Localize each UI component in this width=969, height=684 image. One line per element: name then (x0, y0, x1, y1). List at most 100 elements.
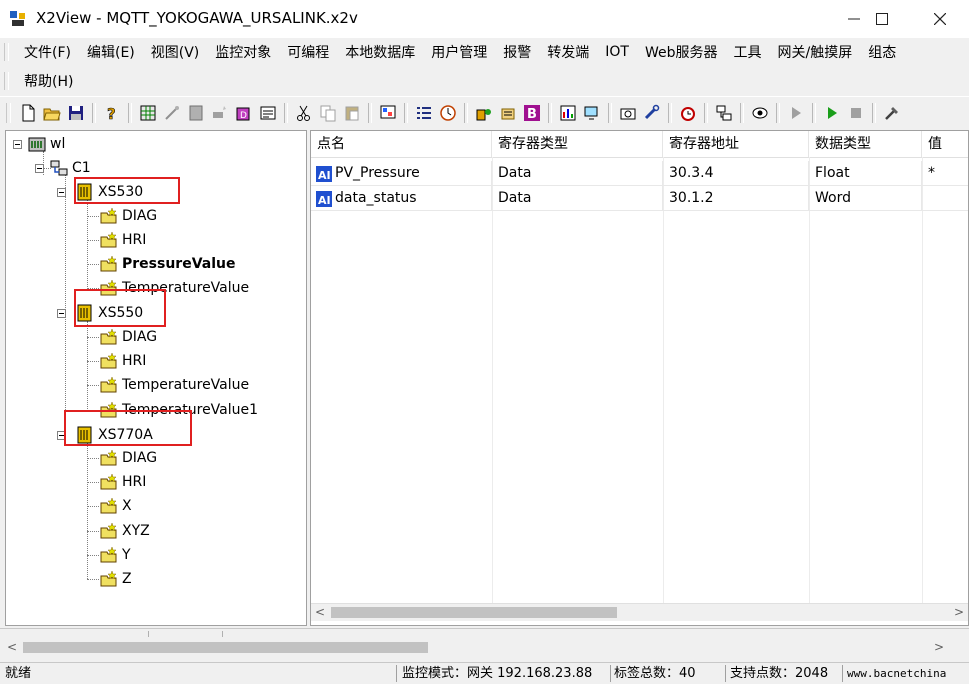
tree-group[interactable]: Z (100, 568, 132, 590)
title-bar: X2View - MQTT_YOKOGAWA_URSALINK.x2v (0, 0, 969, 39)
points-grid[interactable]: 点名 寄存器类型 寄存器地址 数据类型 值 AI PV_Pressure Dat… (310, 130, 969, 626)
maximize-button[interactable] (859, 0, 905, 38)
tree-group[interactable]: TemperatureValue (100, 374, 249, 396)
menu-gateway[interactable]: 网关/触摸屏 (770, 42, 861, 62)
play-gray-button[interactable] (786, 103, 806, 123)
menu-grip[interactable] (4, 43, 9, 61)
stop-button[interactable] (846, 103, 866, 123)
tree-group[interactable]: HRI (100, 350, 146, 372)
device-add-button[interactable] (210, 103, 230, 123)
grid-column-line (922, 157, 923, 605)
db-button[interactable]: D (234, 103, 254, 123)
header-register-address[interactable]: 寄存器地址 (663, 131, 809, 157)
monitor-button[interactable] (582, 103, 602, 123)
cut-button[interactable] (294, 103, 314, 123)
scroll-right-icon[interactable]: > (930, 639, 948, 657)
toolbar-grip[interactable] (6, 102, 11, 123)
open-button[interactable] (42, 103, 62, 123)
tools-button[interactable] (882, 103, 902, 123)
properties-button[interactable] (258, 103, 278, 123)
tree-group[interactable]: Y (100, 544, 131, 566)
camera-button[interactable] (618, 103, 638, 123)
table-row[interactable]: AI data_status Data 30.1.2 Word (311, 186, 968, 211)
menu-grip-2[interactable] (4, 72, 9, 90)
copy-button[interactable] (318, 103, 338, 123)
folder-icon (100, 449, 117, 466)
tree-group[interactable]: XYZ (100, 520, 150, 542)
menu-file[interactable]: 文件(F) (16, 42, 79, 62)
tree-channel[interactable]: C1 (50, 157, 91, 179)
help-button[interactable]: ? (102, 103, 122, 123)
menu-alarm[interactable]: 报警 (495, 42, 539, 62)
alarm-button[interactable] (678, 103, 698, 123)
tree-group[interactable]: DIAG (100, 205, 157, 227)
tree-group[interactable]: HRI (100, 471, 146, 493)
clock-button[interactable] (438, 103, 458, 123)
tree-group-selected[interactable]: PressureValue (100, 253, 235, 275)
toolbar-separator (608, 102, 612, 123)
wrench-button[interactable] (642, 103, 662, 123)
output-horizontal-scrollbar[interactable]: < > (3, 639, 948, 657)
tree-connector (87, 240, 99, 241)
scroll-right-icon[interactable]: > (950, 604, 968, 622)
grid-button[interactable] (138, 103, 158, 123)
channel-expander[interactable] (35, 164, 44, 173)
menu-forwarder[interactable]: 转发端 (539, 42, 597, 62)
paste-button[interactable] (342, 103, 362, 123)
new-file-button[interactable] (18, 103, 38, 123)
tree-root[interactable]: wl (28, 133, 65, 155)
menu-config[interactable]: 组态 (860, 42, 904, 62)
menu-web-server[interactable]: Web服务器 (637, 42, 726, 62)
scroll-left-icon[interactable]: < (3, 639, 21, 657)
group-label: DIAG (122, 208, 158, 224)
header-register-type[interactable]: 寄存器类型 (492, 131, 663, 157)
eye-button[interactable] (750, 103, 770, 123)
table-row[interactable]: AI PV_Pressure Data 30.3.4 Float * (311, 161, 968, 186)
device-button[interactable] (186, 103, 206, 123)
folder-icon (100, 255, 117, 272)
xs530-expander[interactable] (57, 188, 66, 197)
scrollbar-thumb[interactable] (23, 642, 428, 653)
screen-button[interactable] (378, 103, 398, 123)
tree-group[interactable]: HRI (100, 229, 146, 251)
scroll-left-icon[interactable]: < (311, 604, 329, 622)
menu-monitor-object[interactable]: 监控对象 (207, 42, 279, 62)
scrollbar-thumb[interactable] (331, 607, 617, 618)
root-expander[interactable] (13, 140, 22, 149)
b-button[interactable]: B (522, 103, 542, 123)
tree-connector (87, 531, 99, 532)
play-button[interactable] (822, 103, 842, 123)
run-button[interactable] (474, 103, 494, 123)
chart-button[interactable] (558, 103, 578, 123)
tree-group[interactable]: DIAG (100, 326, 157, 348)
list-button[interactable] (414, 103, 434, 123)
grid-horizontal-scrollbar[interactable]: < > (311, 603, 968, 621)
header-data-type[interactable]: 数据类型 (809, 131, 922, 157)
network-button[interactable] (714, 103, 734, 123)
header-value[interactable]: 值 (922, 131, 968, 157)
tree-pane[interactable]: wl C1 XS530 DIAG HRI PressureValue Tempe… (5, 130, 307, 626)
wand-button[interactable] (162, 103, 182, 123)
menu-tools[interactable]: 工具 (726, 42, 770, 62)
group-label: X (122, 498, 132, 514)
tree-connector (87, 199, 88, 289)
tree-connector (87, 443, 88, 579)
menu-user-mgmt[interactable]: 用户管理 (423, 42, 495, 62)
tree-group[interactable]: X (100, 495, 132, 517)
menu-edit[interactable]: 编辑(E) (79, 42, 143, 62)
menu-programmable[interactable]: 可编程 (279, 42, 337, 62)
header-point-name[interactable]: 点名 (311, 131, 492, 157)
status-ready: 就绪 (5, 666, 32, 681)
group-label: XYZ (122, 523, 150, 539)
config-button[interactable] (498, 103, 518, 123)
save-button[interactable] (66, 103, 86, 123)
close-button[interactable] (917, 0, 963, 38)
menu-view[interactable]: 视图(V) (143, 42, 208, 62)
menu-iot[interactable]: IOT (597, 44, 637, 60)
monitor-icon (584, 106, 598, 119)
tree-group[interactable]: DIAG (100, 447, 157, 469)
menu-help[interactable]: 帮助(H) (16, 71, 81, 91)
xs550-expander[interactable] (57, 309, 66, 318)
menu-local-db[interactable]: 本地数据库 (337, 42, 423, 62)
menu-bar: 文件(F) 编辑(E) 视图(V) 监控对象 可编程 本地数据库 用户管理 报警… (0, 38, 969, 96)
